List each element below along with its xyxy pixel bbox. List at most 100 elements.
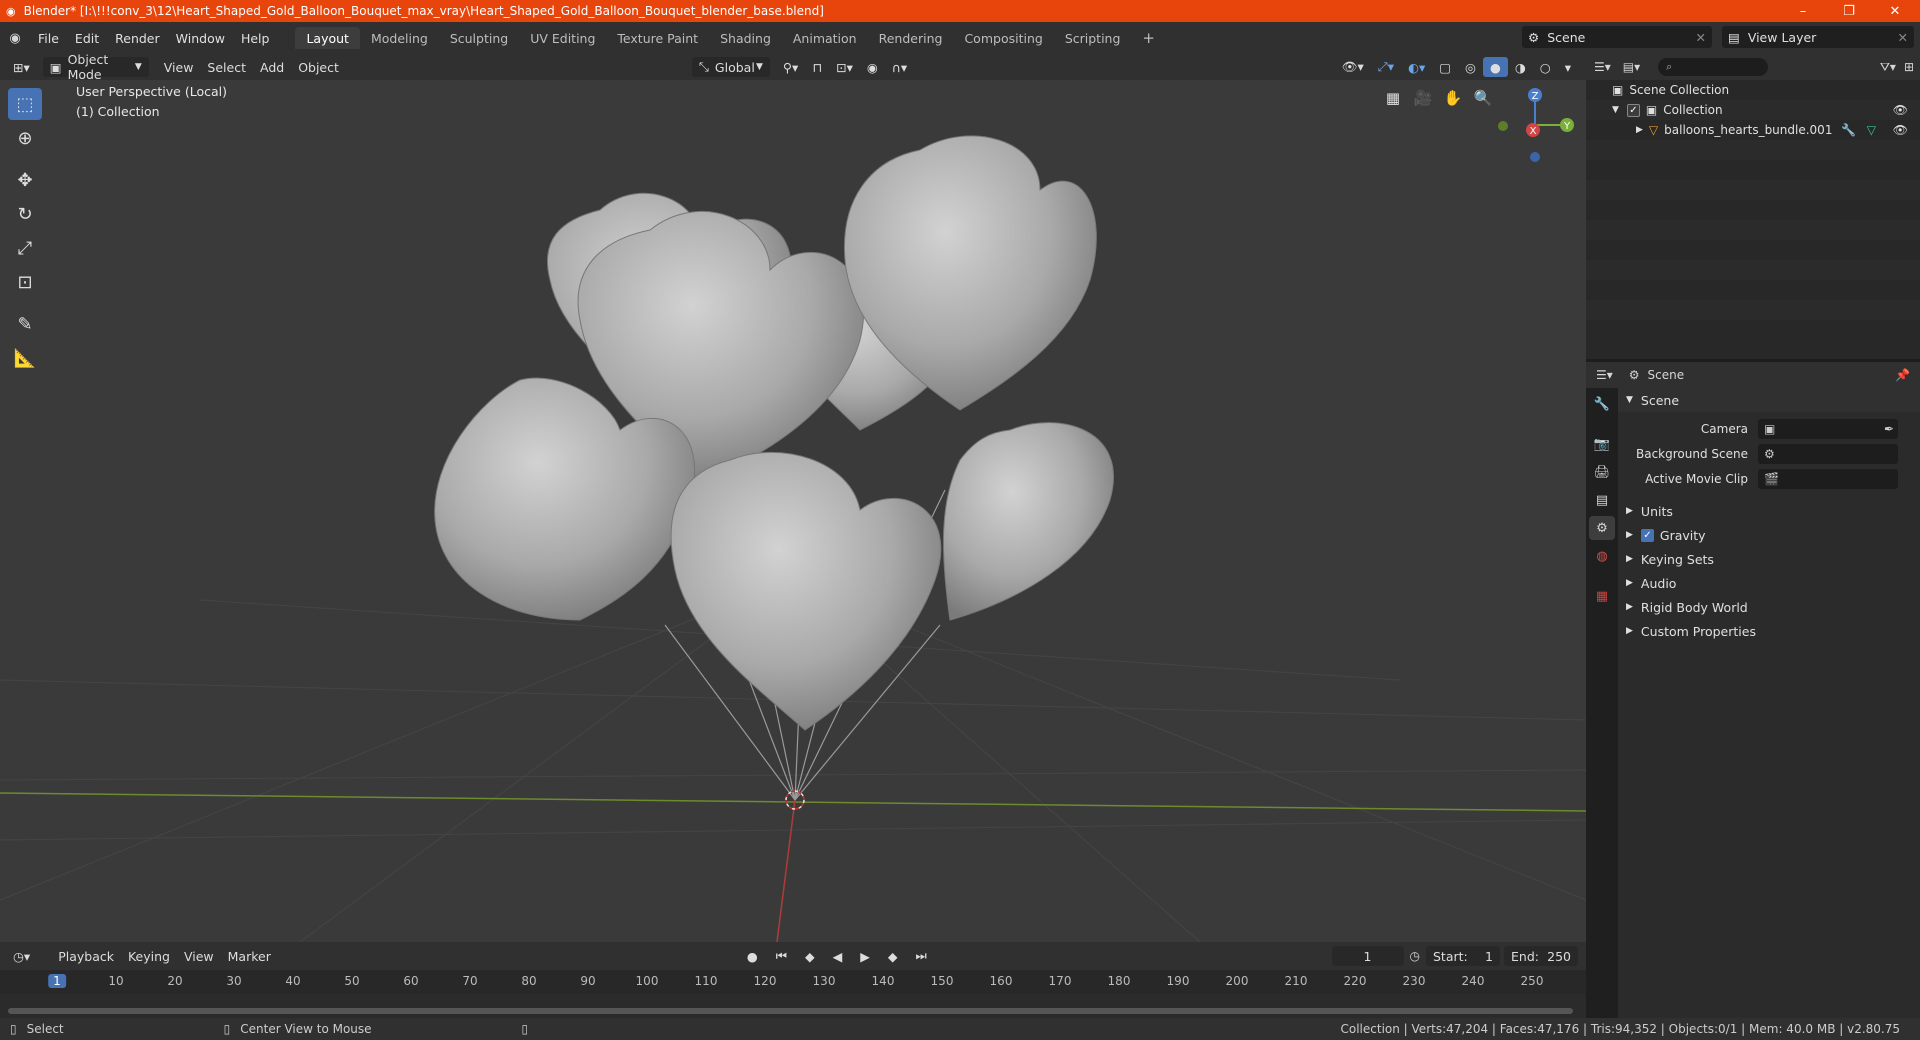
outliner-scene-collection[interactable]: ▣ Scene Collection <box>1586 80 1920 100</box>
tab-uv-editing[interactable]: UV Editing <box>519 27 606 49</box>
panel-units[interactable]: ▶ Units <box>1618 499 1920 523</box>
section-scene[interactable]: ▼ Scene <box>1618 388 1920 412</box>
proportional-edit-icon[interactable]: ◉ <box>860 57 885 77</box>
menu-view[interactable]: View <box>157 57 201 77</box>
editor-type-button[interactable]: ⊞▾ <box>6 57 37 77</box>
eye-icon[interactable]: 👁 <box>1893 123 1908 137</box>
camera-field[interactable]: ▣ ✒ <box>1758 418 1898 439</box>
material-shading-icon[interactable]: ◑ <box>1508 57 1533 77</box>
panel-audio[interactable]: ▶ Audio <box>1618 571 1920 595</box>
tab-rendering[interactable]: Rendering <box>868 27 954 49</box>
start-frame-field[interactable]: Start: 1 <box>1426 946 1500 966</box>
tab-texture-paint[interactable]: Texture Paint <box>606 27 709 49</box>
pivot-icon[interactable]: ⚲▾ <box>776 57 805 77</box>
overlay-toggle-icon[interactable]: ◐▾ <box>1401 57 1432 77</box>
menu-edit[interactable]: Edit <box>67 22 107 54</box>
menu-help[interactable]: Help <box>233 22 278 54</box>
scene-selector[interactable]: ⚙ Scene ✕ <box>1522 26 1712 48</box>
minimize-button[interactable]: – <box>1780 0 1826 22</box>
expand-arrow-icon[interactable]: ▶ <box>1636 125 1643 135</box>
move-tool[interactable]: ✥ <box>8 164 42 196</box>
menu-file[interactable]: File <box>30 22 67 54</box>
new-collection-icon[interactable]: ⊞ <box>1904 60 1914 74</box>
tab-scripting[interactable]: Scripting <box>1054 27 1132 49</box>
texture-tab-icon[interactable]: ▦ <box>1589 584 1615 608</box>
add-workspace-button[interactable]: + <box>1131 27 1166 49</box>
panel-custom-properties[interactable]: ▶ Custom Properties <box>1618 619 1920 643</box>
menu-keying[interactable]: Keying <box>121 946 177 966</box>
3d-viewport[interactable]: ⬚ ⊕ ✥ ↻ ⤢ ⊡ ✎ 📐 User Perspective (Local)… <box>0 80 1586 942</box>
next-keyframe-icon[interactable]: ◆ <box>881 946 905 966</box>
menu-marker[interactable]: Marker <box>221 946 278 966</box>
mode-dropdown[interactable]: ▣ Object Mode ▼ <box>42 52 149 82</box>
outliner-search-input[interactable]: ⌕ <box>1658 58 1769 76</box>
tool-tab-icon[interactable]: 🔧 <box>1589 392 1615 416</box>
record-icon[interactable]: ● <box>740 946 765 966</box>
falloff-icon[interactable]: ∩▾ <box>885 57 914 77</box>
blender-menu-icon[interactable]: ◉ <box>0 31 30 46</box>
panel-keying-sets[interactable]: ▶ Keying Sets <box>1618 547 1920 571</box>
outliner-collection[interactable]: ▼ ✓ ▣ Collection 👁 <box>1586 100 1920 120</box>
rendered-shading-icon[interactable]: ○ <box>1533 57 1558 77</box>
menu-select[interactable]: Select <box>200 57 253 77</box>
modifier-wrench-icon[interactable]: 🔧 <box>1841 123 1856 137</box>
view-layer-tab-icon[interactable]: ▤ <box>1589 488 1615 512</box>
select-box-tool[interactable]: ⬚ <box>8 88 42 120</box>
orientation-dropdown[interactable]: ⤡ Global ▼ <box>691 57 770 77</box>
outliner-object-row[interactable]: ▶ ▽ balloons_hearts_bundle.001 🔧 ▽ 👁 <box>1586 120 1920 140</box>
tab-sculpting[interactable]: Sculpting <box>439 27 519 49</box>
eye-icon[interactable]: 👁 <box>1893 103 1908 117</box>
jump-start-icon[interactable]: ⏮ <box>769 946 794 966</box>
eyedropper-icon[interactable]: ✒ <box>1884 422 1894 436</box>
outliner-editor-icon[interactable]: ☰▾ <box>1594 60 1611 74</box>
collection-checkbox[interactable]: ✓ <box>1626 103 1640 117</box>
movie-clip-field[interactable]: 🎬 <box>1758 468 1898 489</box>
solid-shading-icon[interactable]: ● <box>1482 57 1508 77</box>
snap-icon[interactable]: ⊓ <box>805 57 829 77</box>
restore-button[interactable]: ❐ <box>1826 0 1872 22</box>
annotate-tool[interactable]: ✎ <box>8 308 42 340</box>
panel-gravity[interactable]: ▶ ✓ Gravity <box>1618 523 1920 547</box>
jump-end-icon[interactable]: ⏭ <box>909 946 934 966</box>
frame-ruler[interactable]: 1 10 20 30 40 50 60 70 80 90 100 110 120 130 140 150 160… <box>0 970 1586 994</box>
shading-options-icon[interactable]: ▾ <box>1558 57 1578 77</box>
measure-tool[interactable]: 📐 <box>8 342 42 374</box>
expand-arrow-icon[interactable]: ▼ <box>1612 105 1619 115</box>
prev-keyframe-icon[interactable]: ◆ <box>798 946 822 966</box>
scene-canvas[interactable] <box>0 80 1586 942</box>
menu-window[interactable]: Window <box>168 22 233 54</box>
xray-icon[interactable]: ▢ <box>1432 57 1458 77</box>
menu-playback[interactable]: Playback <box>51 946 121 966</box>
gizmo-toggle-icon[interactable]: ⤢▾ <box>1371 57 1401 77</box>
balloon-bouquet-model[interactable] <box>434 135 1114 801</box>
tab-modeling[interactable]: Modeling <box>360 27 439 49</box>
menu-add[interactable]: Add <box>253 57 291 77</box>
navigation-gizmo[interactable]: Z Y X <box>1490 80 1580 170</box>
pan-hand-icon[interactable]: ✋ <box>1440 85 1466 111</box>
play-icon[interactable]: ▶ <box>853 946 877 966</box>
play-reverse-icon[interactable]: ◀ <box>826 946 850 966</box>
stopwatch-icon[interactable]: ◷ <box>1410 949 1420 963</box>
close-button[interactable]: ✕ <box>1872 0 1918 22</box>
rotate-tool[interactable]: ↻ <box>8 198 42 230</box>
mesh-data-icon[interactable]: ▽ <box>1867 123 1876 137</box>
view-layer-selector[interactable]: ▤ View Layer ✕ <box>1722 26 1914 48</box>
display-mode-icon[interactable]: ▤▾ <box>1623 60 1640 74</box>
cursor-tool[interactable]: ⊕ <box>8 122 42 154</box>
tab-compositing[interactable]: Compositing <box>953 27 1053 49</box>
view-layer-close-icon[interactable]: ✕ <box>1898 30 1908 45</box>
tab-shading[interactable]: Shading <box>709 27 782 49</box>
properties-editor-icon[interactable]: ☰▾ <box>1596 368 1613 382</box>
background-scene-field[interactable]: ⚙ <box>1758 443 1898 464</box>
menu-render[interactable]: Render <box>107 22 168 54</box>
render-tab-icon[interactable]: 📷 <box>1589 432 1615 456</box>
tab-animation[interactable]: Animation <box>782 27 868 49</box>
filter-icon[interactable]: ⛛▾ <box>1880 60 1896 75</box>
pin-icon[interactable]: 📌 <box>1895 368 1910 382</box>
current-frame-field[interactable]: 1 <box>1331 946 1404 966</box>
end-frame-field[interactable]: End: 250 <box>1504 946 1578 966</box>
visibility-icon[interactable]: 👁▾ <box>1335 57 1371 77</box>
menu-object[interactable]: Object <box>291 57 346 77</box>
transform-tool[interactable]: ⊡ <box>8 266 42 298</box>
panel-rigid-body-world[interactable]: ▶ Rigid Body World <box>1618 595 1920 619</box>
